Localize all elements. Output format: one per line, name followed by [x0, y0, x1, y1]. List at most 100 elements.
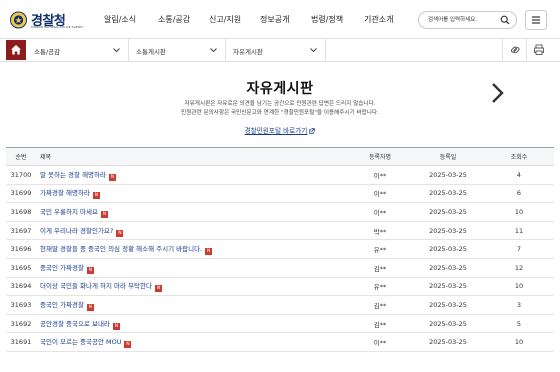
row-title-cell: 공안경찰 중국으로 보내라 N — [36, 314, 348, 334]
row-author: 이** — [348, 165, 412, 185]
intro-text-line1: 자유게시판은 자유로운 의견을 남기는 공간으로 민원관련 답변은 드리지 않습… — [184, 101, 376, 107]
logo-subtitle: KOREAN NATIONAL POLICE AGENCY — [31, 25, 84, 29]
row-date: 2025-03-25 — [412, 258, 484, 278]
row-title-cell: 중국인 가짜경찰 N — [36, 295, 348, 315]
row-number: 31698 — [6, 202, 36, 222]
row-number: 31693 — [6, 295, 36, 315]
row-title-cell: 이게 우리나라 경찰인가요? N — [36, 221, 348, 241]
row-title-link[interactable]: 이게 우리나라 경찰인가요? — [40, 227, 113, 235]
row-title-cell: 국민 우롱하지 마세요 N — [36, 202, 348, 222]
nav-item-law-policy[interactable]: 법령/정책 — [311, 14, 343, 25]
row-title-link[interactable]: 현재딸 경찰들 중 중국인 의심 정황 해소해 주시기 바랍니다. — [40, 245, 202, 253]
row-views: 4 — [484, 165, 554, 185]
new-badge: N — [92, 192, 100, 200]
new-badge: N — [124, 341, 132, 349]
location-bar: 소통/공감 소통게시판 자유게시판 — [0, 38, 560, 62]
row-title-link[interactable]: 국민이 모르는 중국공안 MOU — [40, 338, 121, 346]
nav-item-communication[interactable]: 소통/공감 — [158, 14, 190, 25]
home-button[interactable] — [6, 40, 26, 60]
new-badge: N — [100, 210, 108, 218]
nav-item-about[interactable]: 기관소개 — [364, 14, 393, 25]
new-badge: N — [116, 229, 124, 237]
chevron-down-icon — [113, 48, 120, 53]
breadcrumb-depth2[interactable]: 소통게시판 — [129, 39, 226, 61]
row-title-link[interactable]: 더이상 국민들 화나게 하지 마라 부탁한다 — [40, 282, 152, 290]
row-title-link[interactable]: 가짜경찰 해명하라 — [40, 189, 90, 197]
nav-item-report[interactable]: 신고/지원 — [209, 14, 241, 25]
search-input[interactable] — [428, 15, 496, 25]
row-date: 2025-03-25 — [412, 314, 484, 334]
row-author: 유** — [348, 277, 412, 297]
row-title-cell: 국민이 모르는 중국공안 MOU N — [36, 332, 348, 352]
row-number: 31700 — [6, 165, 36, 185]
row-title-cell: 말 못하는 경찰 해명하라 N — [36, 165, 348, 185]
print-icon — [534, 44, 544, 55]
column-header-author: 등록자명 — [348, 147, 412, 166]
table-row: 31696 현재딸 경찰들 중 중국인 의심 정황 해소해 주시기 바랍니다. N… — [6, 239, 554, 259]
row-views: 3 — [484, 295, 554, 315]
row-author: 이** — [348, 202, 412, 222]
row-views: 11 — [484, 221, 554, 241]
table-header-row: 순번 제목 등록자명 등록일 조회수 — [6, 147, 554, 166]
row-title-cell: 중국인 가짜경찰 N — [36, 258, 348, 278]
row-number: 31696 — [6, 239, 36, 259]
breadcrumb-depth3-label: 자유게시판 — [233, 48, 263, 56]
link-icon — [510, 46, 520, 54]
row-views: 5 — [484, 314, 554, 334]
row-title-cell: 더이상 국민들 화나게 하지 마라 부탁한다 N — [36, 277, 348, 297]
intro-text-line2: 민원관련 문의사항은 국민신문고와 연계한 "경찰민원포털"을 이용해주시기 바… — [181, 110, 379, 116]
row-date: 2025-03-25 — [412, 221, 484, 241]
new-badge: N — [86, 303, 94, 311]
print-button[interactable] — [526, 39, 550, 61]
table-row: 31693 중국인 가짜경찰 N 김** 2025-03-25 3 — [6, 295, 554, 315]
search-box — [418, 11, 517, 29]
row-title-link[interactable]: 공안경찰 중국으로 보내라 — [40, 320, 110, 328]
row-author: 김** — [348, 314, 412, 334]
page-title: 자유게시판 — [246, 81, 314, 97]
row-date: 2025-03-25 — [412, 165, 484, 185]
row-number: 31699 — [6, 184, 36, 204]
breadcrumb-depth2-label: 소통게시판 — [136, 48, 166, 56]
row-title-link[interactable]: 국민 우롱하지 마세요 — [40, 208, 98, 216]
table-row: 31692 공안경찰 중국으로 보내라 N 김** 2025-03-25 5 — [6, 314, 554, 334]
row-title-link[interactable]: 말 못하는 경찰 해명하라 — [40, 171, 106, 179]
nav-item-disclosure[interactable]: 정보공개 — [260, 14, 289, 25]
column-header-no: 순번 — [6, 147, 36, 166]
next-arrow-icon[interactable] — [490, 82, 506, 104]
breadcrumb-depth1-label: 소통/공감 — [34, 48, 61, 56]
home-icon — [11, 45, 21, 55]
row-number: 31695 — [6, 258, 36, 278]
row-author: 김** — [348, 258, 412, 278]
row-number: 31694 — [6, 277, 36, 297]
row-date: 2025-03-25 — [412, 332, 484, 352]
nav-item-notice[interactable]: 알림/소식 — [104, 14, 136, 25]
table-row: 31697 이게 우리나라 경찰인가요? N 박** 2025-03-25 11 — [6, 221, 554, 241]
row-title-link[interactable]: 중국인 가짜경찰 — [40, 301, 84, 309]
row-author: 이** — [348, 332, 412, 352]
breadcrumb-depth3[interactable]: 자유게시판 — [226, 39, 326, 61]
new-badge: N — [112, 322, 120, 330]
table-row: 31700 말 못하는 경찰 해명하라 N 이** 2025-03-25 4 — [6, 165, 554, 185]
site-header: 경찰청 KOREAN NATIONAL POLICE AGENCY 알림/소식 … — [0, 0, 560, 38]
table-row: 31695 중국인 가짜경찰 N 김** 2025-03-25 12 — [6, 258, 554, 278]
table-row: 31694 더이상 국민들 화나게 하지 마라 부탁한다 N 유** 2025-0… — [6, 277, 554, 297]
row-title-cell: 가짜경찰 해명하라 N — [36, 184, 348, 204]
all-menu-button[interactable] — [525, 10, 547, 30]
share-button[interactable] — [502, 39, 526, 61]
row-date: 2025-03-25 — [412, 202, 484, 222]
breadcrumb-depth1[interactable]: 소통/공감 — [27, 39, 129, 61]
table-row: 31699 가짜경찰 해명하라 N 이** 2025-03-25 6 — [6, 184, 554, 204]
new-badge: N — [86, 266, 94, 274]
portal-link[interactable]: 경찰민원포털 바로가기 — [245, 127, 308, 135]
new-badge: N — [109, 173, 116, 181]
table-row: 31691 국민이 모르는 중국공안 MOU N 이** 2025-03-25 1… — [6, 332, 554, 352]
row-date: 2025-03-25 — [412, 295, 484, 315]
hamburger-icon — [532, 16, 540, 24]
row-author: 박** — [348, 221, 412, 241]
row-title-link[interactable]: 중국인 가짜경찰 — [40, 264, 84, 272]
row-title-cell: 현재딸 경찰들 중 중국인 의심 정황 해소해 주시기 바랍니다. N — [36, 239, 348, 259]
site-logo[interactable]: 경찰청 KOREAN NATIONAL POLICE AGENCY — [10, 10, 86, 32]
row-number: 31697 — [6, 221, 36, 241]
search-icon[interactable] — [500, 15, 510, 25]
row-number: 31691 — [6, 332, 36, 352]
